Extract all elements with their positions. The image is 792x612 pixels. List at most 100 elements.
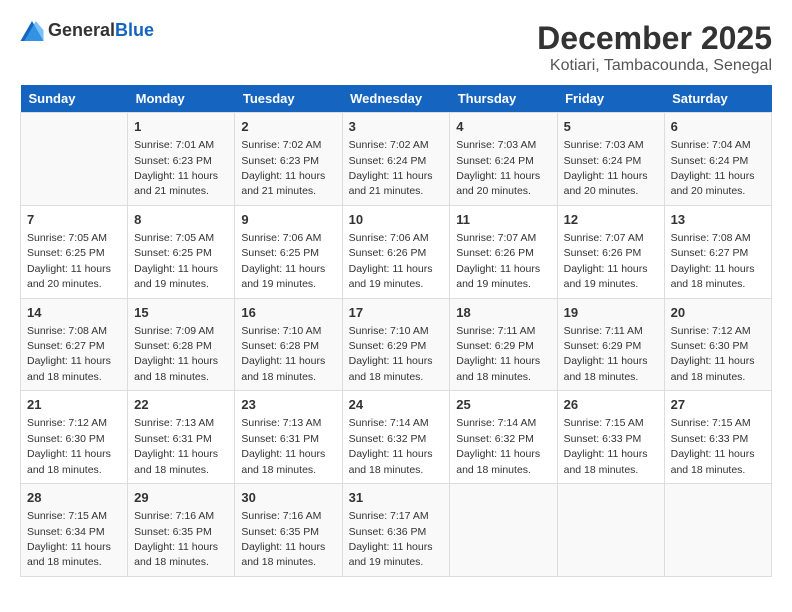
day-number: 23 bbox=[241, 396, 335, 414]
calendar-cell: 1Sunrise: 7:01 AMSunset: 6:23 PMDaylight… bbox=[128, 113, 235, 206]
calendar-cell: 8Sunrise: 7:05 AMSunset: 6:25 PMDaylight… bbox=[128, 205, 235, 298]
weekday-header-saturday: Saturday bbox=[664, 85, 771, 113]
week-row-3: 21 Sunrise: 7:12 AMSunset: 6:30 PMDayligh… bbox=[21, 391, 772, 484]
day-info: Sunrise: 7:11 AMSunset: 6:29 PMDaylight:… bbox=[564, 325, 648, 383]
day-info: Sunrise: 7:17 AMSunset: 6:36 PMDaylight:… bbox=[349, 510, 433, 568]
calendar-cell: 12 Sunrise: 7:07 AMSunset: 6:26 PMDayligh… bbox=[557, 205, 664, 298]
weekday-header-thursday: Thursday bbox=[450, 85, 557, 113]
week-row-4: 28Sunrise: 7:15 AMSunset: 6:34 PMDayligh… bbox=[21, 484, 772, 577]
day-info: Sunrise: 7:14 AMSunset: 6:32 PMDaylight:… bbox=[456, 417, 540, 475]
day-number: 3 bbox=[349, 118, 444, 136]
calendar-header: SundayMondayTuesdayWednesdayThursdayFrid… bbox=[21, 85, 772, 113]
calendar-cell: 19 Sunrise: 7:11 AMSunset: 6:29 PMDayligh… bbox=[557, 298, 664, 391]
calendar-cell: 9 Sunrise: 7:06 AMSunset: 6:25 PMDaylight… bbox=[235, 205, 342, 298]
day-info: Sunrise: 7:15 AMSunset: 6:33 PMDaylight:… bbox=[671, 417, 755, 475]
day-number: 16 bbox=[241, 304, 335, 322]
subtitle: Kotiari, Tambacounda, Senegal bbox=[537, 57, 772, 75]
day-info: Sunrise: 7:16 AMSunset: 6:35 PMDaylight:… bbox=[241, 510, 325, 568]
day-info: Sunrise: 7:02 AMSunset: 6:23 PMDaylight:… bbox=[241, 139, 325, 197]
day-info: Sunrise: 7:13 AMSunset: 6:31 PMDaylight:… bbox=[241, 417, 325, 475]
calendar-cell: 7Sunrise: 7:05 AMSunset: 6:25 PMDaylight… bbox=[21, 205, 128, 298]
calendar-cell: 27 Sunrise: 7:15 AMSunset: 6:33 PMDayligh… bbox=[664, 391, 771, 484]
day-number: 25 bbox=[456, 396, 550, 414]
calendar-cell: 11 Sunrise: 7:07 AMSunset: 6:26 PMDayligh… bbox=[450, 205, 557, 298]
calendar-cell: 22Sunrise: 7:13 AMSunset: 6:31 PMDayligh… bbox=[128, 391, 235, 484]
day-number: 14 bbox=[27, 304, 121, 322]
day-info: Sunrise: 7:02 AMSunset: 6:24 PMDaylight:… bbox=[349, 139, 433, 197]
weekday-header-tuesday: Tuesday bbox=[235, 85, 342, 113]
day-info: Sunrise: 7:05 AMSunset: 6:25 PMDaylight:… bbox=[27, 232, 111, 290]
day-number: 26 bbox=[564, 396, 658, 414]
day-number: 11 bbox=[456, 211, 550, 229]
calendar-cell: 2 Sunrise: 7:02 AMSunset: 6:23 PMDaylight… bbox=[235, 113, 342, 206]
calendar-cell: 31 Sunrise: 7:17 AMSunset: 6:36 PMDayligh… bbox=[342, 484, 450, 577]
day-number: 8 bbox=[134, 211, 228, 229]
week-row-0: 1Sunrise: 7:01 AMSunset: 6:23 PMDaylight… bbox=[21, 113, 772, 206]
day-number: 31 bbox=[349, 489, 444, 507]
day-number: 13 bbox=[671, 211, 765, 229]
day-number: 9 bbox=[241, 211, 335, 229]
day-info: Sunrise: 7:06 AMSunset: 6:26 PMDaylight:… bbox=[349, 232, 433, 290]
day-info: Sunrise: 7:14 AMSunset: 6:32 PMDaylight:… bbox=[349, 417, 433, 475]
day-info: Sunrise: 7:03 AMSunset: 6:24 PMDaylight:… bbox=[564, 139, 648, 197]
day-number: 5 bbox=[564, 118, 658, 136]
calendar-cell: 26Sunrise: 7:15 AMSunset: 6:33 PMDayligh… bbox=[557, 391, 664, 484]
calendar-cell: 30Sunrise: 7:16 AMSunset: 6:35 PMDayligh… bbox=[235, 484, 342, 577]
logo: GeneralBlue bbox=[20, 20, 154, 41]
day-info: Sunrise: 7:01 AMSunset: 6:23 PMDaylight:… bbox=[134, 139, 218, 197]
day-number: 28 bbox=[27, 489, 121, 507]
calendar-cell: 10 Sunrise: 7:06 AMSunset: 6:26 PMDayligh… bbox=[342, 205, 450, 298]
day-number: 6 bbox=[671, 118, 765, 136]
day-info: Sunrise: 7:16 AMSunset: 6:35 PMDaylight:… bbox=[134, 510, 218, 568]
day-number: 12 bbox=[564, 211, 658, 229]
main-title: December 2025 bbox=[537, 20, 772, 57]
calendar-cell: 6 Sunrise: 7:04 AMSunset: 6:24 PMDaylight… bbox=[664, 113, 771, 206]
day-info: Sunrise: 7:06 AMSunset: 6:25 PMDaylight:… bbox=[241, 232, 325, 290]
calendar-cell: 24Sunrise: 7:14 AMSunset: 6:32 PMDayligh… bbox=[342, 391, 450, 484]
calendar-table: SundayMondayTuesdayWednesdayThursdayFrid… bbox=[20, 85, 772, 577]
calendar-cell: 5 Sunrise: 7:03 AMSunset: 6:24 PMDaylight… bbox=[557, 113, 664, 206]
weekday-header-wednesday: Wednesday bbox=[342, 85, 450, 113]
day-number: 19 bbox=[564, 304, 658, 322]
day-info: Sunrise: 7:10 AMSunset: 6:29 PMDaylight:… bbox=[349, 325, 433, 383]
logo-text: GeneralBlue bbox=[48, 20, 154, 41]
calendar-cell: 13Sunrise: 7:08 AMSunset: 6:27 PMDayligh… bbox=[664, 205, 771, 298]
calendar-cell bbox=[557, 484, 664, 577]
calendar-cell: 14Sunrise: 7:08 AMSunset: 6:27 PMDayligh… bbox=[21, 298, 128, 391]
weekday-header-row: SundayMondayTuesdayWednesdayThursdayFrid… bbox=[21, 85, 772, 113]
day-number: 21 bbox=[27, 396, 121, 414]
calendar-cell: 28Sunrise: 7:15 AMSunset: 6:34 PMDayligh… bbox=[21, 484, 128, 577]
weekday-header-friday: Friday bbox=[557, 85, 664, 113]
calendar-body: 1Sunrise: 7:01 AMSunset: 6:23 PMDaylight… bbox=[21, 113, 772, 577]
week-row-2: 14Sunrise: 7:08 AMSunset: 6:27 PMDayligh… bbox=[21, 298, 772, 391]
day-info: Sunrise: 7:12 AMSunset: 6:30 PMDaylight:… bbox=[671, 325, 755, 383]
calendar-cell: 15 Sunrise: 7:09 AMSunset: 6:28 PMDayligh… bbox=[128, 298, 235, 391]
day-number: 10 bbox=[349, 211, 444, 229]
calendar-cell bbox=[21, 113, 128, 206]
day-number: 2 bbox=[241, 118, 335, 136]
calendar-cell: 20 Sunrise: 7:12 AMSunset: 6:30 PMDayligh… bbox=[664, 298, 771, 391]
day-info: Sunrise: 7:07 AMSunset: 6:26 PMDaylight:… bbox=[456, 232, 540, 290]
calendar-cell: 23 Sunrise: 7:13 AMSunset: 6:31 PMDayligh… bbox=[235, 391, 342, 484]
day-info: Sunrise: 7:09 AMSunset: 6:28 PMDaylight:… bbox=[134, 325, 218, 383]
day-info: Sunrise: 7:10 AMSunset: 6:28 PMDaylight:… bbox=[241, 325, 325, 383]
day-number: 15 bbox=[134, 304, 228, 322]
day-number: 4 bbox=[456, 118, 550, 136]
calendar-cell: 17 Sunrise: 7:10 AMSunset: 6:29 PMDayligh… bbox=[342, 298, 450, 391]
day-number: 20 bbox=[671, 304, 765, 322]
day-number: 18 bbox=[456, 304, 550, 322]
day-info: Sunrise: 7:07 AMSunset: 6:26 PMDaylight:… bbox=[564, 232, 648, 290]
calendar-cell: 25 Sunrise: 7:14 AMSunset: 6:32 PMDayligh… bbox=[450, 391, 557, 484]
day-info: Sunrise: 7:03 AMSunset: 6:24 PMDaylight:… bbox=[456, 139, 540, 197]
calendar-cell: 16 Sunrise: 7:10 AMSunset: 6:28 PMDayligh… bbox=[235, 298, 342, 391]
calendar-cell: 29Sunrise: 7:16 AMSunset: 6:35 PMDayligh… bbox=[128, 484, 235, 577]
day-info: Sunrise: 7:12 AMSunset: 6:30 PMDaylight:… bbox=[27, 417, 111, 475]
calendar-cell bbox=[450, 484, 557, 577]
day-number: 27 bbox=[671, 396, 765, 414]
day-number: 17 bbox=[349, 304, 444, 322]
weekday-header-sunday: Sunday bbox=[21, 85, 128, 113]
day-info: Sunrise: 7:04 AMSunset: 6:24 PMDaylight:… bbox=[671, 139, 755, 197]
title-area: December 2025 Kotiari, Tambacounda, Sene… bbox=[537, 20, 772, 75]
day-info: Sunrise: 7:11 AMSunset: 6:29 PMDaylight:… bbox=[456, 325, 540, 383]
calendar-cell: 18 Sunrise: 7:11 AMSunset: 6:29 PMDayligh… bbox=[450, 298, 557, 391]
